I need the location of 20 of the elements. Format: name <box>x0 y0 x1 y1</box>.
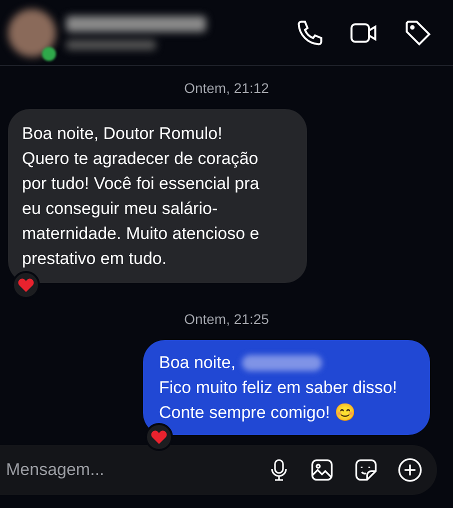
heart-icon <box>18 278 34 292</box>
message-field[interactable]: Mensagem... <box>6 457 267 483</box>
heart-icon <box>151 430 167 444</box>
message-text: eu conseguir meu salário- <box>22 198 218 220</box>
message-text: por tudo! Você foi essencial pra <box>22 173 260 195</box>
message-text: Boa noite, Doutor Romulo! <box>22 123 222 145</box>
image-icon[interactable] <box>309 457 335 483</box>
message-text: Boa noite, <box>159 352 236 374</box>
message-text: Fico muito feliz em saber disso! <box>159 377 398 399</box>
add-icon[interactable] <box>397 457 423 483</box>
timestamp: Ontem, 21:25 <box>184 310 269 329</box>
heart-reaction[interactable] <box>12 271 40 299</box>
avatar[interactable] <box>8 8 56 56</box>
message-text: prestativo em tudo. <box>22 248 167 270</box>
message-bar[interactable]: Mensagem... <box>0 445 437 495</box>
message-text: Quero te agradecer de coração <box>22 148 258 170</box>
sticker-icon[interactable] <box>353 457 379 483</box>
message-text: maternidade. Muito atencioso e <box>22 223 260 245</box>
timestamp: Ontem, 21:12 <box>184 79 269 98</box>
message-text: Conte sempre comigo! 😊 <box>159 402 356 424</box>
